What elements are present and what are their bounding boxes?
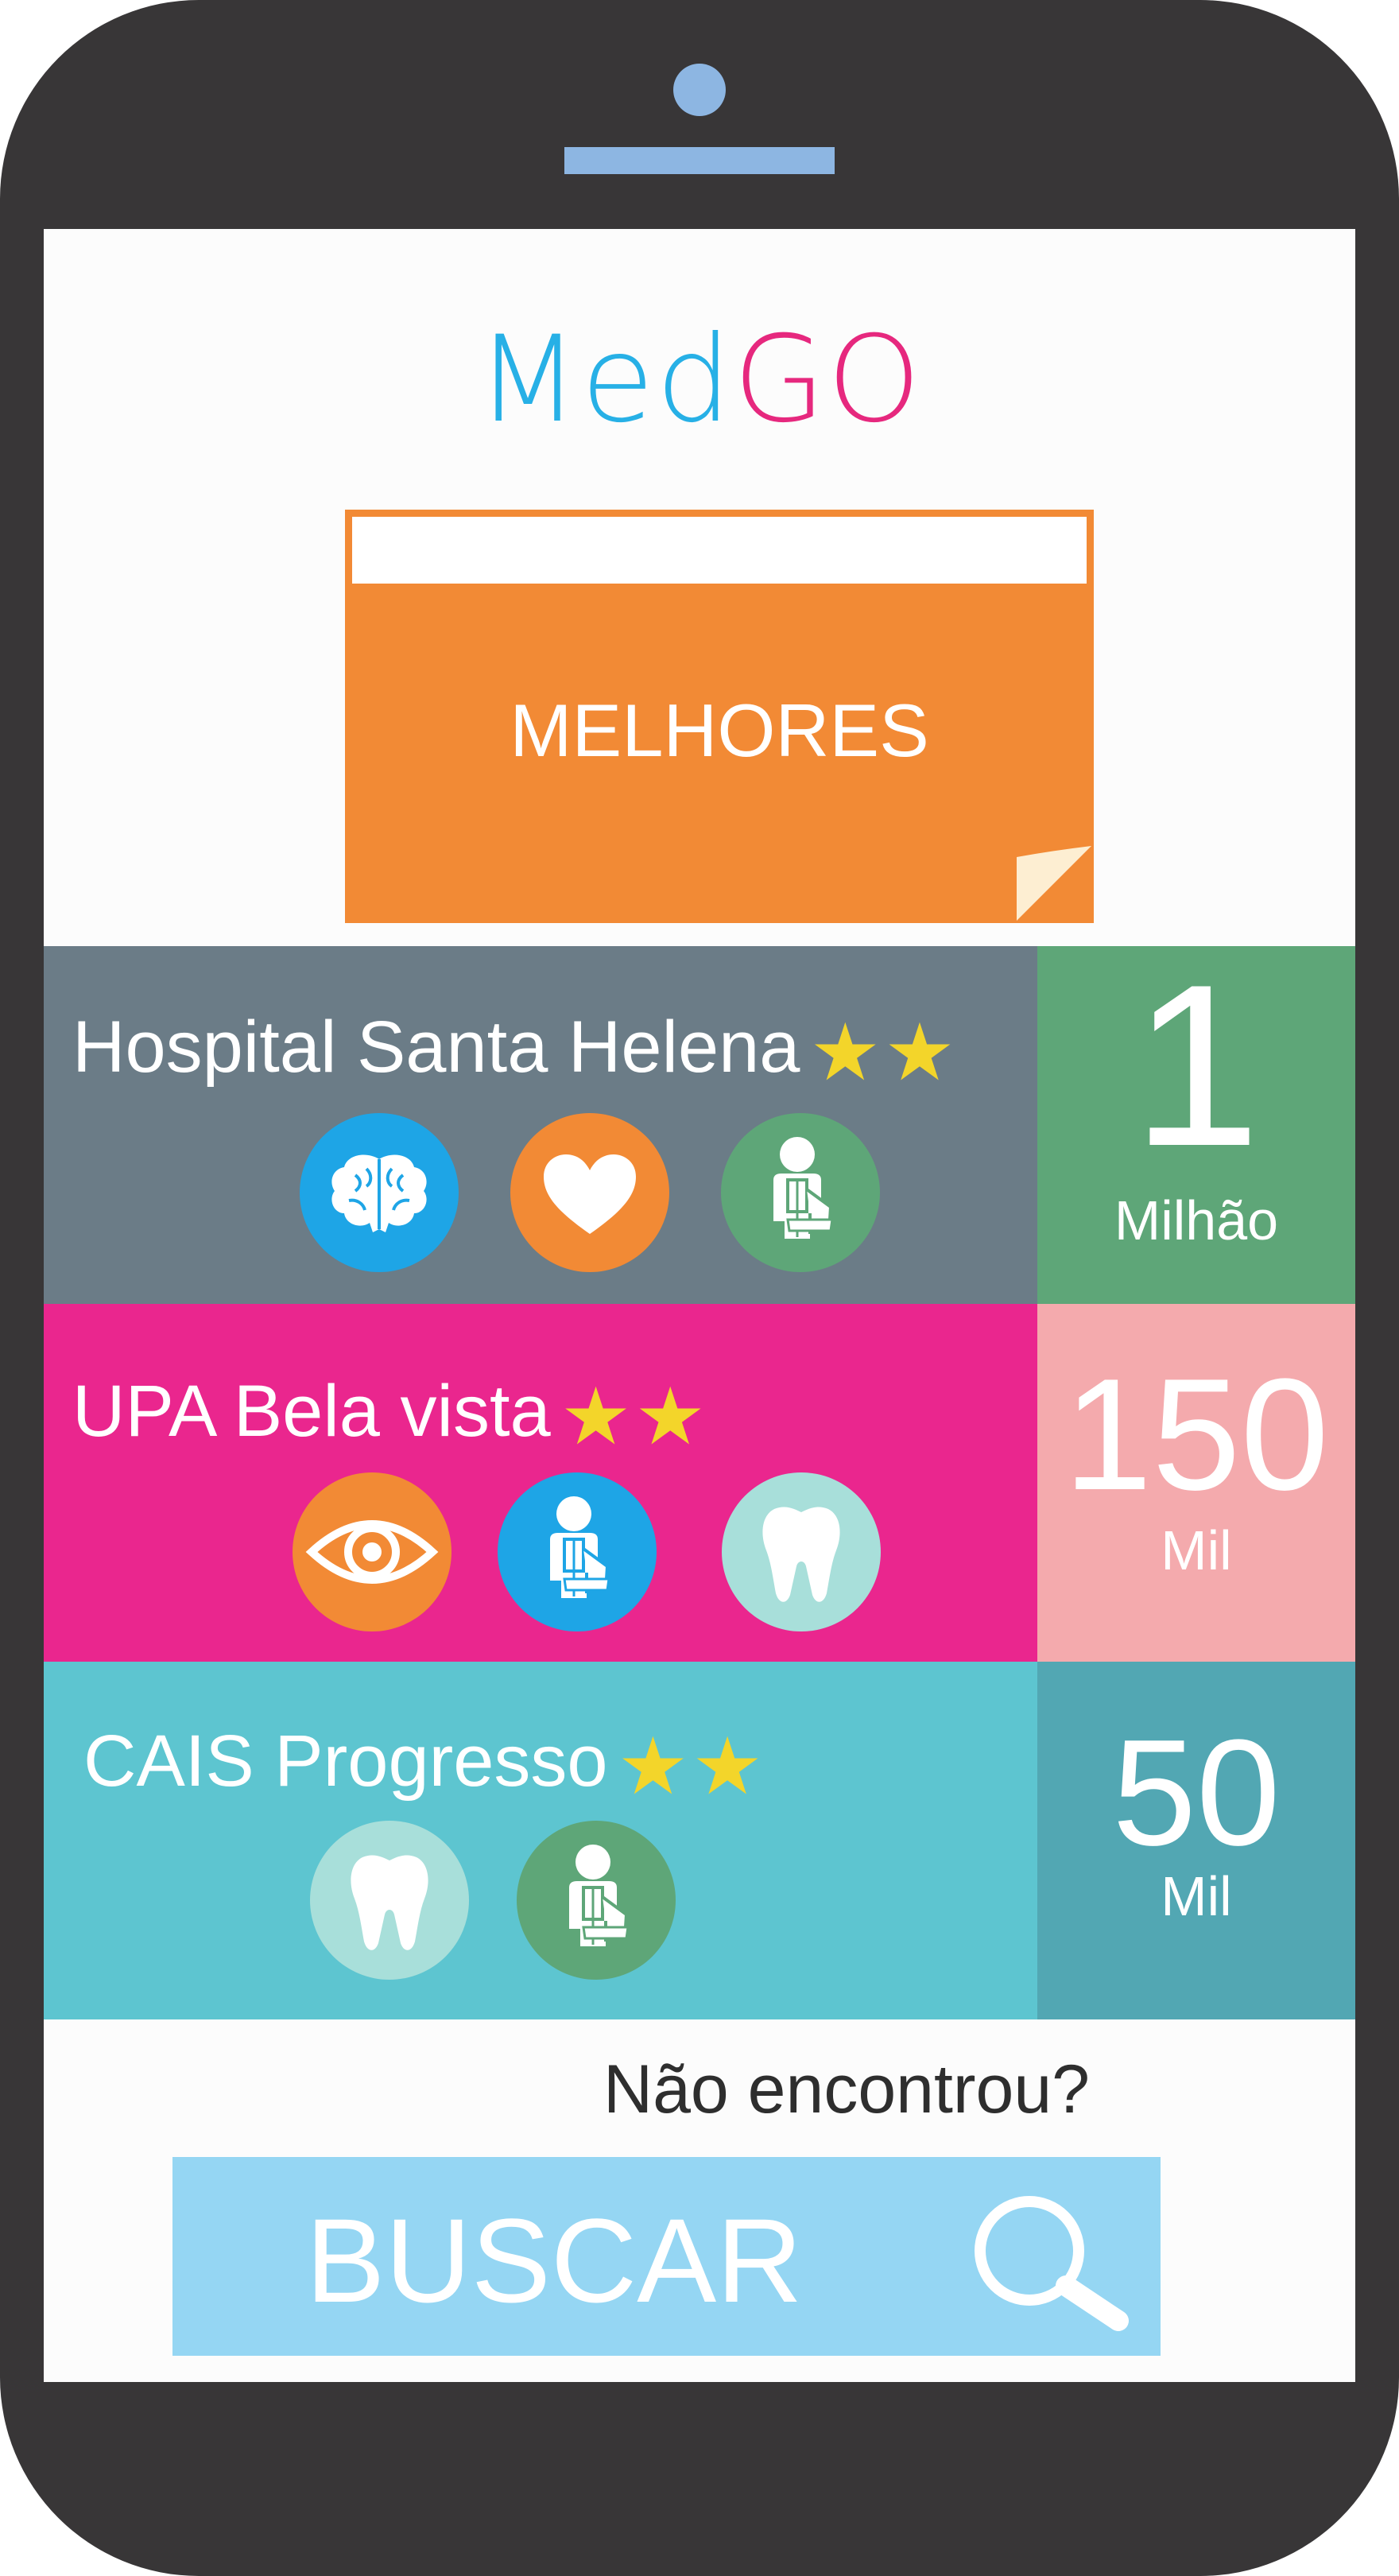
speaker-grille bbox=[564, 147, 835, 174]
count-unit: Mil bbox=[1161, 1865, 1232, 1927]
search-button-label: BUSCAR bbox=[305, 2194, 803, 2327]
best-facilities-header: MELHORES bbox=[345, 510, 1094, 923]
facility-name-row: CAIS Progresso ★★ bbox=[83, 1717, 766, 1810]
facility-name: CAIS Progresso bbox=[83, 1721, 608, 1802]
logo-go-text: GO bbox=[733, 311, 923, 449]
header-tape-strip bbox=[352, 517, 1087, 584]
count-unit: Mil bbox=[1161, 1519, 1232, 1581]
star-rating-icon: ★★ bbox=[560, 1371, 709, 1461]
count-number: 1 bbox=[1132, 937, 1261, 1194]
injured-patient-icon bbox=[498, 1472, 657, 1631]
injured-patient-icon bbox=[721, 1113, 880, 1272]
phone-screen: MedGO MELHORES Hospital Santa Helena★★ bbox=[44, 229, 1355, 2382]
facility-card-cais-progresso[interactable]: CAIS Progresso ★★ 50 Mil bbox=[44, 1662, 1355, 2019]
injured-patient-icon bbox=[517, 1821, 676, 1980]
tooth-icon bbox=[310, 1821, 469, 1980]
star-rating-icon: ★★ bbox=[617, 1721, 766, 1811]
search-button[interactable]: BUSCAR bbox=[172, 2157, 1161, 2356]
app-logo: MedGO bbox=[44, 308, 1355, 452]
brain-icon bbox=[300, 1113, 459, 1272]
facility-card-hospital-santa-helena[interactable]: Hospital Santa Helena ★★ 1 Milhão bbox=[44, 946, 1355, 1304]
star-rating-icon: ★★ bbox=[809, 1007, 959, 1097]
phone-frame: MedGO MELHORES Hospital Santa Helena★★ bbox=[0, 0, 1399, 2576]
facility-name-row: UPA Bela vista ★★ bbox=[72, 1368, 709, 1461]
facility-name: Hospital Santa Helena bbox=[72, 1007, 800, 1088]
count-number: 50 bbox=[1112, 1709, 1281, 1877]
tooth-icon bbox=[722, 1472, 881, 1631]
search-icon bbox=[975, 2196, 1129, 2331]
patients-count-panel: 150 Mil bbox=[1037, 1304, 1355, 1662]
facility-name-row: Hospital Santa Helena ★★ bbox=[72, 1003, 959, 1096]
facility-info: UPA Bela vista ★★ bbox=[44, 1304, 1037, 1662]
count-unit: Milhão bbox=[1114, 1189, 1279, 1251]
not-found-prompt: Não encontrou? bbox=[603, 2051, 1090, 2128]
page-curl-icon bbox=[1017, 846, 1091, 921]
facility-card-upa-bela-vista[interactable]: UPA Bela vista ★★ 150 Mil bbox=[44, 1304, 1355, 1662]
patients-count-panel: 1 Milhão bbox=[1037, 946, 1355, 1304]
patients-count-panel: 50 Mil bbox=[1037, 1662, 1355, 2019]
facility-name: UPA Bela vista bbox=[72, 1371, 551, 1452]
facility-info: CAIS Progresso ★★ bbox=[44, 1662, 1037, 2019]
heart-icon bbox=[510, 1113, 669, 1272]
logo-med-text: Med bbox=[476, 311, 734, 449]
camera-lens bbox=[673, 64, 726, 116]
header-title: MELHORES bbox=[510, 689, 929, 772]
count-number: 150 bbox=[1064, 1346, 1329, 1523]
eye-icon bbox=[293, 1472, 451, 1631]
facility-info: Hospital Santa Helena ★★ bbox=[44, 946, 1037, 1304]
